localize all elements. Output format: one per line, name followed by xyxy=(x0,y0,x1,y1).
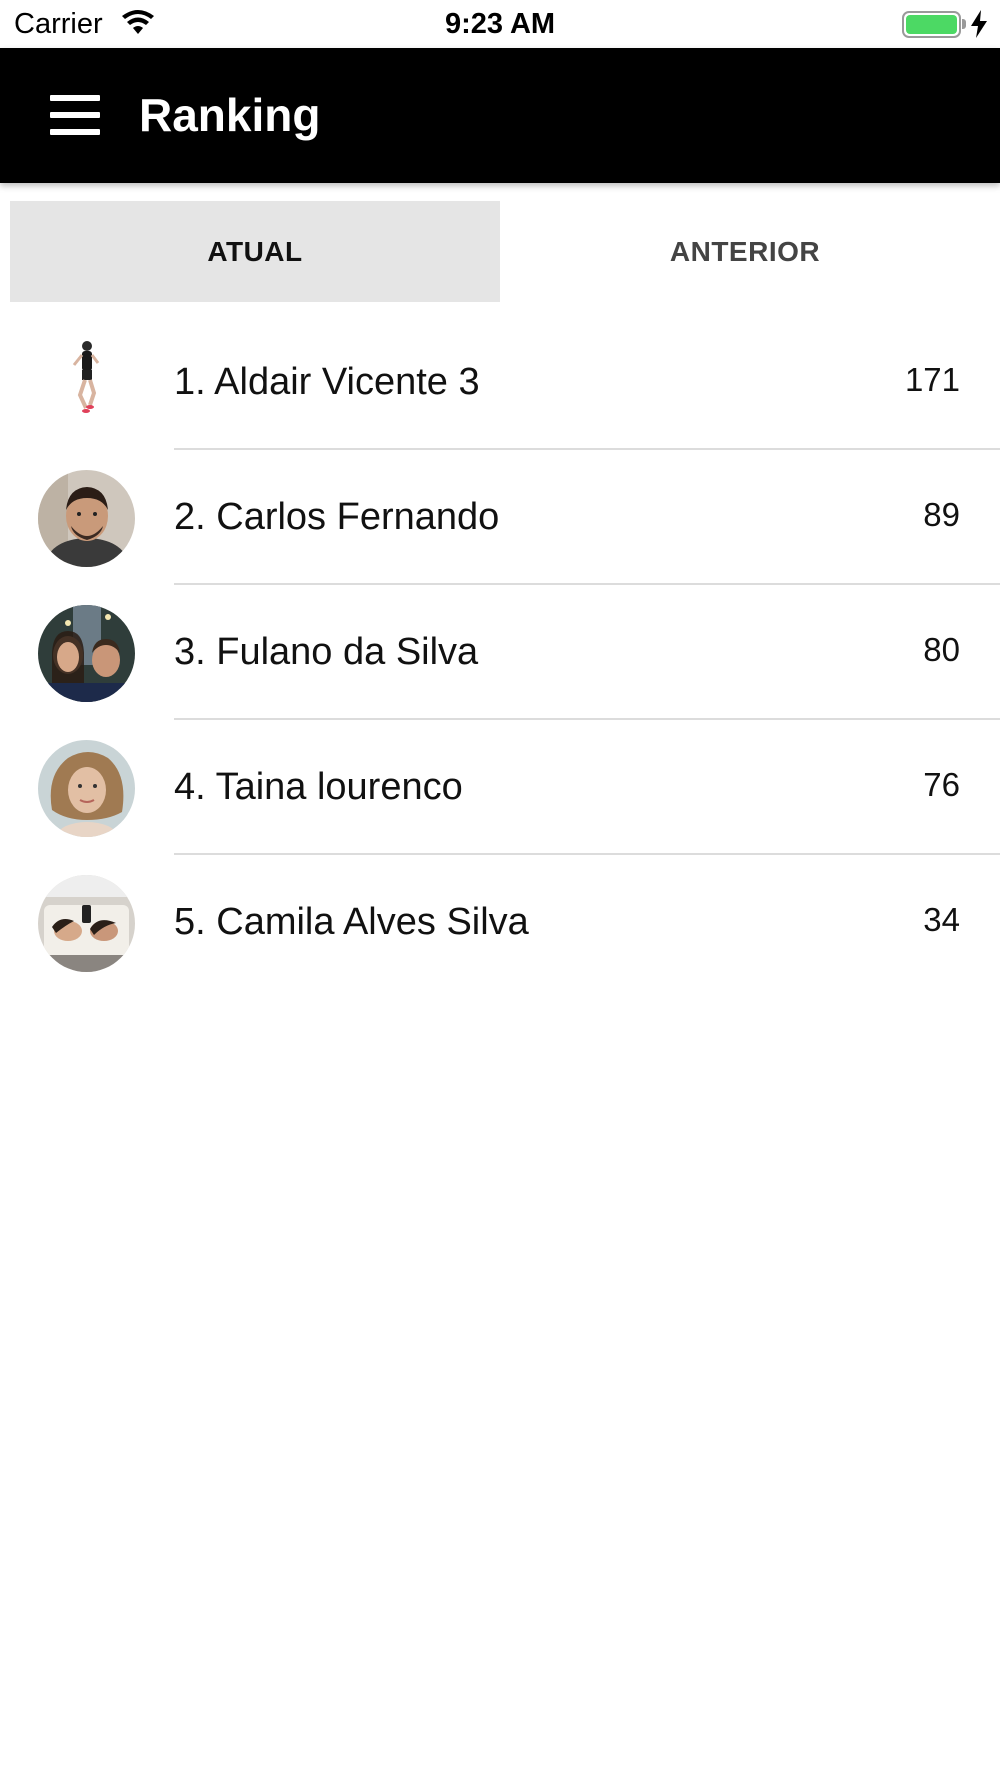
ranking-row[interactable]: 2. Carlos Fernando 89 xyxy=(0,450,1000,585)
player-score: 34 xyxy=(923,901,960,938)
player-name: 4. Taina lourenco xyxy=(174,766,463,808)
battery-icon xyxy=(902,11,961,38)
avatar xyxy=(38,470,135,567)
ranking-row[interactable]: 5. Camila Alves Silva 34 xyxy=(0,855,1000,990)
player-score: 76 xyxy=(923,766,960,803)
player-score: 89 xyxy=(923,496,960,533)
ranking-row[interactable]: 4. Taina lourenco 76 xyxy=(0,720,1000,855)
player-score: 171 xyxy=(904,361,960,398)
avatar xyxy=(38,335,135,432)
ranking-list: 1. Aldair Vicente 3 171 2. Carlos Fernan… xyxy=(0,315,1000,990)
hamburger-menu-icon[interactable] xyxy=(44,88,106,142)
player-name: 1. Aldair Vicente 3 xyxy=(174,361,480,403)
player-score: 80 xyxy=(923,631,960,668)
player-name: 3. Fulano da Silva xyxy=(174,631,479,673)
page-title: Ranking xyxy=(139,89,321,141)
player-name: 2. Carlos Fernando xyxy=(174,496,500,538)
tab-anterior[interactable]: ANTERIOR xyxy=(500,201,990,302)
battery-tip xyxy=(962,19,966,29)
ranking-tabs: ATUAL ANTERIOR xyxy=(10,201,1000,302)
battery-level xyxy=(906,15,957,34)
avatar xyxy=(38,740,135,837)
avatar xyxy=(38,875,135,972)
tab-atual[interactable]: ATUAL xyxy=(10,201,500,302)
ranking-row[interactable]: 1. Aldair Vicente 3 171 xyxy=(0,315,1000,450)
status-time: 9:23 AM xyxy=(444,8,556,40)
charging-bolt-icon xyxy=(970,10,988,43)
status-bar: Carrier 9:23 AM xyxy=(0,0,1000,48)
avatar xyxy=(38,605,135,702)
app-header: Ranking xyxy=(0,48,1000,183)
ranking-row[interactable]: 3. Fulano da Silva 80 xyxy=(0,585,1000,720)
player-name: 5. Camila Alves Silva xyxy=(174,901,529,943)
